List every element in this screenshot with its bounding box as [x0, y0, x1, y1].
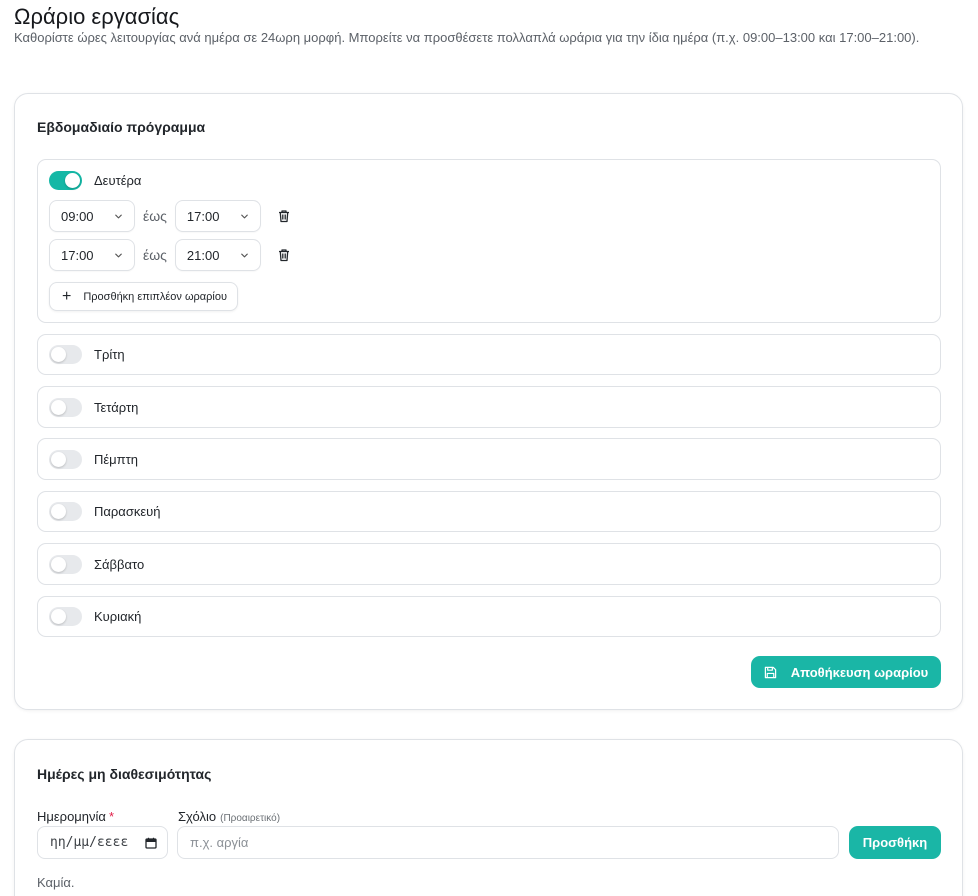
chevron-down-icon: [115, 214, 122, 218]
day-card-saturday: Σάββατο: [37, 543, 941, 585]
time-slot-row: 09:00 έως 17:00: [49, 200, 291, 232]
comment-label: Σχόλιο (Προαιρετικό): [178, 809, 281, 824]
monday-toggle[interactable]: [49, 170, 82, 190]
date-label: Ημερομηνία *: [37, 809, 114, 824]
thursday-toggle[interactable]: [49, 449, 82, 469]
comment-input[interactable]: [177, 826, 839, 859]
friday-toggle[interactable]: [49, 501, 82, 521]
add-unavailable-day-button[interactable]: Προσθήκη: [849, 826, 941, 859]
date-input[interactable]: ηη/μμ/εεεε: [37, 826, 168, 859]
page-title: Ωράριο εργασίας: [14, 4, 180, 29]
save-schedule-button[interactable]: Αποθήκευση ωραρίου: [751, 656, 941, 688]
day-label-tuesday: Τρίτη: [94, 346, 125, 362]
empty-list-text: Καμία.: [37, 875, 75, 890]
weekly-schedule-card: Εβδομαδιαίο πρόγραμμα Δευτέρα 09:00 έως …: [14, 93, 963, 710]
required-mark: *: [108, 809, 114, 824]
day-card-thursday: Πέμπτη: [37, 438, 941, 480]
day-card-wednesday: Τετάρτη: [37, 386, 941, 428]
chevron-down-icon: [241, 214, 248, 218]
to-time-select[interactable]: 17:00: [174, 200, 261, 232]
calendar-icon[interactable]: [145, 837, 157, 849]
from-time-select[interactable]: 09:00: [49, 200, 135, 232]
day-card-sunday: Κυριακή: [37, 596, 941, 637]
page-description: Καθορίστε ώρες λειτουργίας ανά ημέρα σε …: [14, 30, 920, 45]
to-time-select[interactable]: 21:00: [174, 239, 261, 271]
day-label-friday: Παρασκευή: [94, 503, 161, 519]
tuesday-toggle[interactable]: [49, 344, 82, 364]
chevron-down-icon: [241, 253, 248, 257]
wednesday-toggle[interactable]: [49, 397, 82, 417]
optional-hint: (Προαιρετικό): [220, 813, 281, 824]
trash-icon[interactable]: [277, 209, 291, 223]
day-label-saturday: Σάββατο: [94, 556, 145, 572]
until-label: έως: [143, 208, 167, 224]
weekly-schedule-title: Εβδομαδιαίο πρόγραμμα: [37, 119, 206, 135]
day-label-thursday: Πέμπτη: [94, 451, 139, 467]
chevron-down-icon: [115, 253, 122, 257]
from-time-select[interactable]: 17:00: [49, 239, 135, 271]
time-slot-row: 17:00 έως 21:00: [49, 239, 291, 271]
add-slot-button[interactable]: + Προσθήκη επιπλέον ωραρίου: [49, 282, 239, 311]
day-label-monday: Δευτέρα: [94, 172, 142, 188]
unavailable-days-title: Ημέρες μη διαθεσιμότητας: [37, 766, 212, 782]
trash-icon[interactable]: [277, 248, 291, 262]
saturday-toggle[interactable]: [49, 554, 82, 574]
day-label-wednesday: Τετάρτη: [94, 399, 139, 415]
day-card-monday: Δευτέρα 09:00 έως 17:00 17:00 έως 21:00: [37, 159, 941, 323]
day-card-tuesday: Τρίτη: [37, 334, 941, 375]
plus-icon: +: [62, 287, 72, 305]
unavailable-days-card: Ημέρες μη διαθεσιμότητας Ημερομηνία * Σχό…: [14, 739, 963, 896]
sunday-toggle[interactable]: [49, 606, 82, 626]
day-card-friday: Παρασκευή: [37, 491, 941, 532]
save-icon: [764, 666, 776, 678]
until-label: έως: [143, 247, 167, 263]
day-label-sunday: Κυριακή: [94, 608, 142, 624]
